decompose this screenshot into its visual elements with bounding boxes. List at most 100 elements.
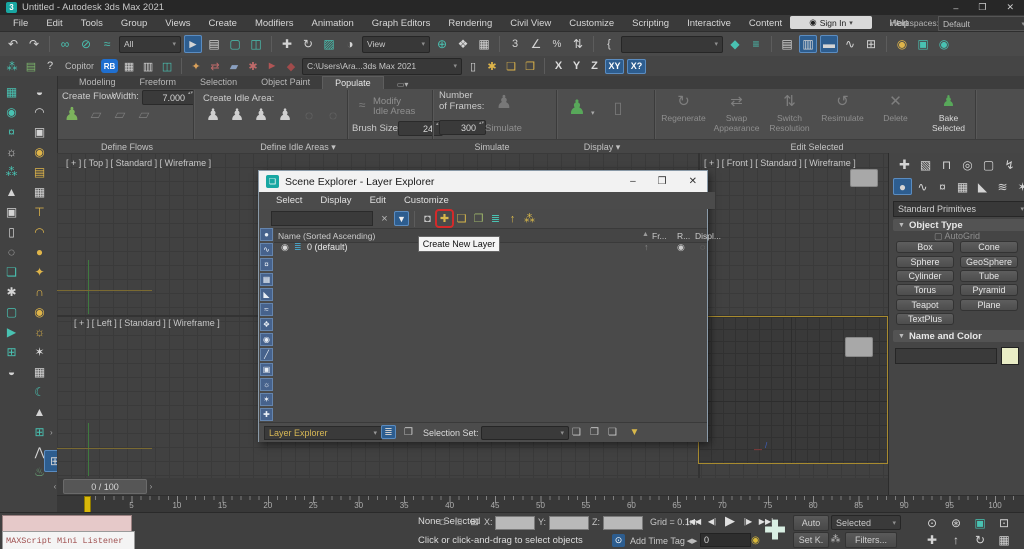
define-idle-areas-group-label[interactable]: Define Idle Areas ▾	[233, 142, 363, 153]
menu-customize[interactable]: Customize	[560, 15, 623, 31]
teapot-outline-icon[interactable]: ◒	[3, 363, 20, 380]
key-filters-button[interactable]: Filters...	[845, 532, 897, 548]
edit-named-selection-sets-icon[interactable]: {	[600, 35, 618, 53]
bind-to-space-warp-icon[interactable]: ≈	[98, 35, 116, 53]
menu-rendering[interactable]: Rendering	[439, 15, 501, 31]
select-by-name-icon[interactable]: ▤	[205, 35, 223, 53]
frame-icon[interactable]: ▢	[3, 303, 20, 320]
sphere-button[interactable]: Sphere	[896, 256, 954, 268]
maxscript-output-field[interactable]	[2, 515, 132, 532]
snap-lock-icon[interactable]: ⊡	[452, 516, 465, 529]
help-icon[interactable]: ?	[42, 58, 58, 74]
shapes-category-icon[interactable]: ∿	[913, 178, 932, 195]
teapot-icon[interactable]: ◒	[31, 83, 48, 100]
notes-tool-icon[interactable]: ▤	[23, 58, 39, 74]
book-tool-icon[interactable]: ▥	[140, 58, 156, 74]
perspective-viewport-gizmo[interactable]	[845, 337, 873, 357]
object-type-rollout[interactable]: ▼ Object Type	[893, 219, 1024, 231]
create-new-layer-icon[interactable]: ✚	[437, 211, 452, 226]
helpers-category-icon[interactable]: ◣	[973, 178, 992, 195]
plugin-diamond-icon[interactable]: ◆	[283, 58, 299, 74]
redo-icon[interactable]: ↷	[25, 35, 43, 53]
card-icon[interactable]: ▤	[31, 163, 48, 180]
add-time-tag[interactable]: Add Time Tag	[630, 536, 685, 546]
render-column-header[interactable]: R...	[677, 231, 690, 241]
plugin-star-icon[interactable]: ✦	[188, 58, 204, 74]
render-grid-tool-icon[interactable]: ▦	[121, 58, 137, 74]
time-slider-prev-button[interactable]: ‹	[50, 480, 60, 492]
lights-category-icon[interactable]: ¤	[933, 178, 952, 195]
plane-button[interactable]: Plane	[960, 299, 1018, 311]
selection-filter-select[interactable]: All▾	[119, 36, 181, 53]
mirror-icon[interactable]: ◆	[726, 35, 744, 53]
filter-xrefs-icon[interactable]: ◉	[260, 333, 273, 346]
frozen-column-header[interactable]: Fr...	[652, 231, 667, 241]
filter-cameras-icon[interactable]: ▦	[260, 273, 273, 286]
select-and-link-icon[interactable]: ∞	[56, 35, 74, 53]
visibility-eye-icon[interactable]: ◉	[281, 242, 289, 253]
flow-ramp-icon[interactable]: ▱	[87, 105, 105, 123]
selection-set-dropdown[interactable]: Selected▾	[831, 515, 901, 530]
dialog-close-button[interactable]: ✕	[689, 176, 697, 187]
render-setup-icon[interactable]: ◉	[893, 35, 911, 53]
workspace-select[interactable]: Default ▾	[938, 16, 1024, 31]
toggle-scene-explorer-icon[interactable]: ▤	[778, 35, 796, 53]
gem-icon[interactable]: ✦	[31, 263, 48, 280]
video-play-icon[interactable]: ▶	[3, 323, 20, 340]
idle-area-ring-icon[interactable]: ♟	[276, 106, 294, 124]
rectangular-selection-region-icon[interactable]: ▢	[226, 35, 244, 53]
auto-key-button[interactable]: Auto	[793, 515, 829, 531]
y-constraint-button[interactable]: Y	[569, 60, 584, 72]
menu-file[interactable]: File	[4, 15, 37, 31]
frame-step-arrows-icon[interactable]: ◀▶	[686, 535, 698, 547]
menu-group[interactable]: Group	[112, 15, 156, 31]
menu-animation[interactable]: Animation	[303, 15, 363, 31]
add-selection-to-new-layer-icon[interactable]: ❏	[454, 211, 469, 226]
save-selection-set-icon[interactable]: ❏	[569, 425, 584, 439]
ribbon-tab-modeling[interactable]: Modeling	[67, 76, 128, 89]
camera-box-icon[interactable]: ▣	[31, 123, 48, 140]
modify-panel-icon[interactable]: ▧	[916, 156, 935, 173]
expand-toolbar-arrow-icon[interactable]: ›	[50, 428, 53, 437]
z-constraint-button[interactable]: Z	[587, 60, 602, 72]
ribbon-tab-object-paint[interactable]: Object Paint	[249, 76, 322, 89]
menu-edit[interactable]: Edit	[37, 15, 71, 31]
maxscript-mini-listener[interactable]: MAXScript Mini Listener	[2, 531, 135, 549]
walk-through-icon[interactable]: ↑	[944, 531, 968, 548]
schematic-view-icon[interactable]: ⊞	[862, 35, 880, 53]
filter-lights-icon[interactable]: ¤	[260, 258, 273, 271]
object-color-swatch[interactable]	[1001, 347, 1019, 365]
left-viewport-label[interactable]: [ + ] [ Left ] [ Standard ] [ Wireframe …	[74, 318, 220, 328]
previous-frame-button[interactable]: ◀|	[704, 514, 720, 528]
add-selection-to-current-layer-icon[interactable]: ❐	[471, 211, 486, 226]
angle-snap-toggle-icon[interactable]: ∠	[527, 35, 545, 53]
set-active-layer-icon[interactable]: ↑	[505, 211, 520, 226]
orbit-icon[interactable]: ↻	[968, 531, 992, 548]
gear-tool-icon[interactable]: ✱	[484, 58, 500, 74]
cylinder-button[interactable]: Cylinder	[896, 270, 954, 282]
plugin-swap-icon[interactable]: ⇄	[207, 58, 223, 74]
swirl-icon[interactable]: ◠	[31, 103, 48, 120]
align-icon[interactable]: ≡	[747, 35, 765, 53]
tree-icon[interactable]: ▲	[3, 183, 20, 200]
projector-icon[interactable]: ▦	[3, 83, 20, 100]
explorer-mode-select[interactable]: Layer Explorer▾	[264, 426, 382, 440]
time-slider[interactable]: 0 / 100	[63, 479, 147, 494]
photos-icon[interactable]: ❏	[3, 263, 20, 280]
select-object-icon[interactable]: ►	[184, 35, 202, 53]
cameras-category-icon[interactable]: ▦	[953, 178, 972, 195]
select-and-scale-icon[interactable]: ▨	[320, 35, 338, 53]
idle-area-walk-icon[interactable]: ♟	[204, 106, 222, 124]
geosphere-button[interactable]: GeoSphere	[960, 256, 1018, 268]
named-selection-sets-select[interactable]: ▾	[621, 36, 723, 53]
display-toggle-icon[interactable]: ◌	[700, 242, 705, 252]
dialog-title-bar[interactable]: ❏ Scene Explorer - Layer Explorer – ❒ ✕	[259, 171, 707, 192]
dialog-menu-edit[interactable]: Edit	[361, 195, 395, 206]
set-key-button[interactable]: Set K.	[793, 532, 829, 548]
keyboard-shortcut-override-icon[interactable]: ▦	[475, 35, 493, 53]
key-filters-paw-icon[interactable]: ⁂	[829, 533, 842, 546]
dialog-menu-select[interactable]: Select	[267, 195, 311, 206]
zoom-all-icon[interactable]: ⊛	[944, 514, 968, 531]
systems-category-icon[interactable]: ✶	[1013, 178, 1024, 195]
pyramid-button[interactable]: Pyramid	[960, 284, 1018, 296]
